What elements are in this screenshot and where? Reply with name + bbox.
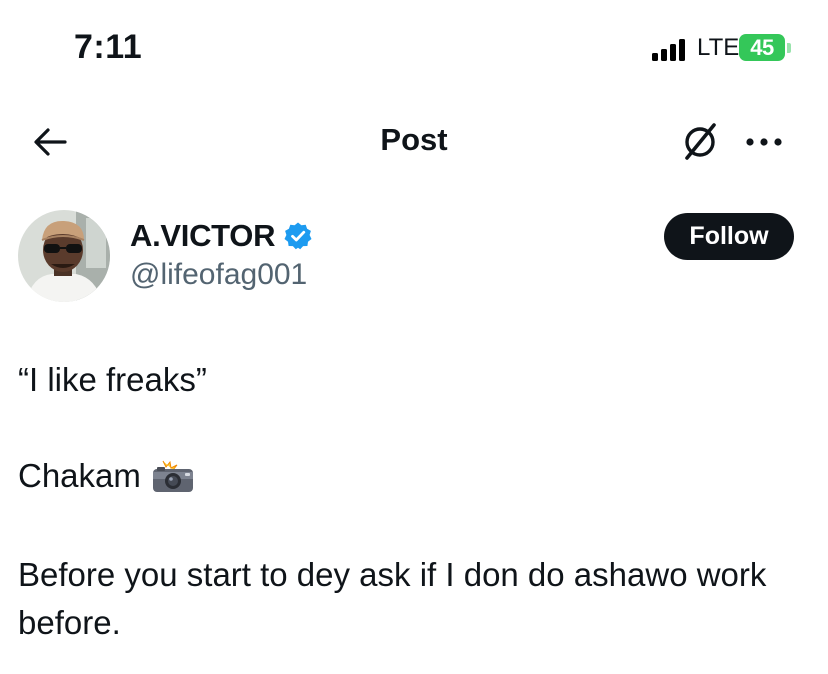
more-options-button[interactable]: [740, 118, 788, 166]
post-text-line: Chakam: [18, 452, 798, 500]
camera-flash-icon: [152, 460, 193, 492]
status-bar: 7:11 LTE 45: [0, 0, 828, 100]
battery-level: 45: [750, 34, 774, 60]
verified-badge-icon: [284, 222, 312, 250]
avatar[interactable]: [18, 210, 110, 302]
battery-icon: 45: [739, 34, 785, 61]
author-handle[interactable]: @lifeofag001: [130, 258, 307, 292]
post-text-line: “I like freaks”: [18, 361, 207, 398]
post-text-word: Chakam: [18, 457, 141, 494]
status-time: 7:11: [74, 28, 143, 66]
follow-button[interactable]: Follow: [664, 213, 794, 260]
cellular-signal-icon: [652, 39, 685, 61]
grok-button[interactable]: [676, 118, 724, 166]
avatar-image: [18, 210, 110, 302]
network-type: LTE: [697, 34, 740, 61]
post-text-line: Before you start to dey ask if I don do …: [18, 556, 767, 641]
author-name[interactable]: A.VICTOR: [130, 218, 275, 254]
battery-cap: [787, 43, 791, 53]
post-header: Post: [0, 100, 828, 190]
author-name-row[interactable]: A.VICTOR: [130, 218, 313, 254]
more-icon: [746, 138, 782, 146]
grok-icon: [685, 123, 716, 160]
